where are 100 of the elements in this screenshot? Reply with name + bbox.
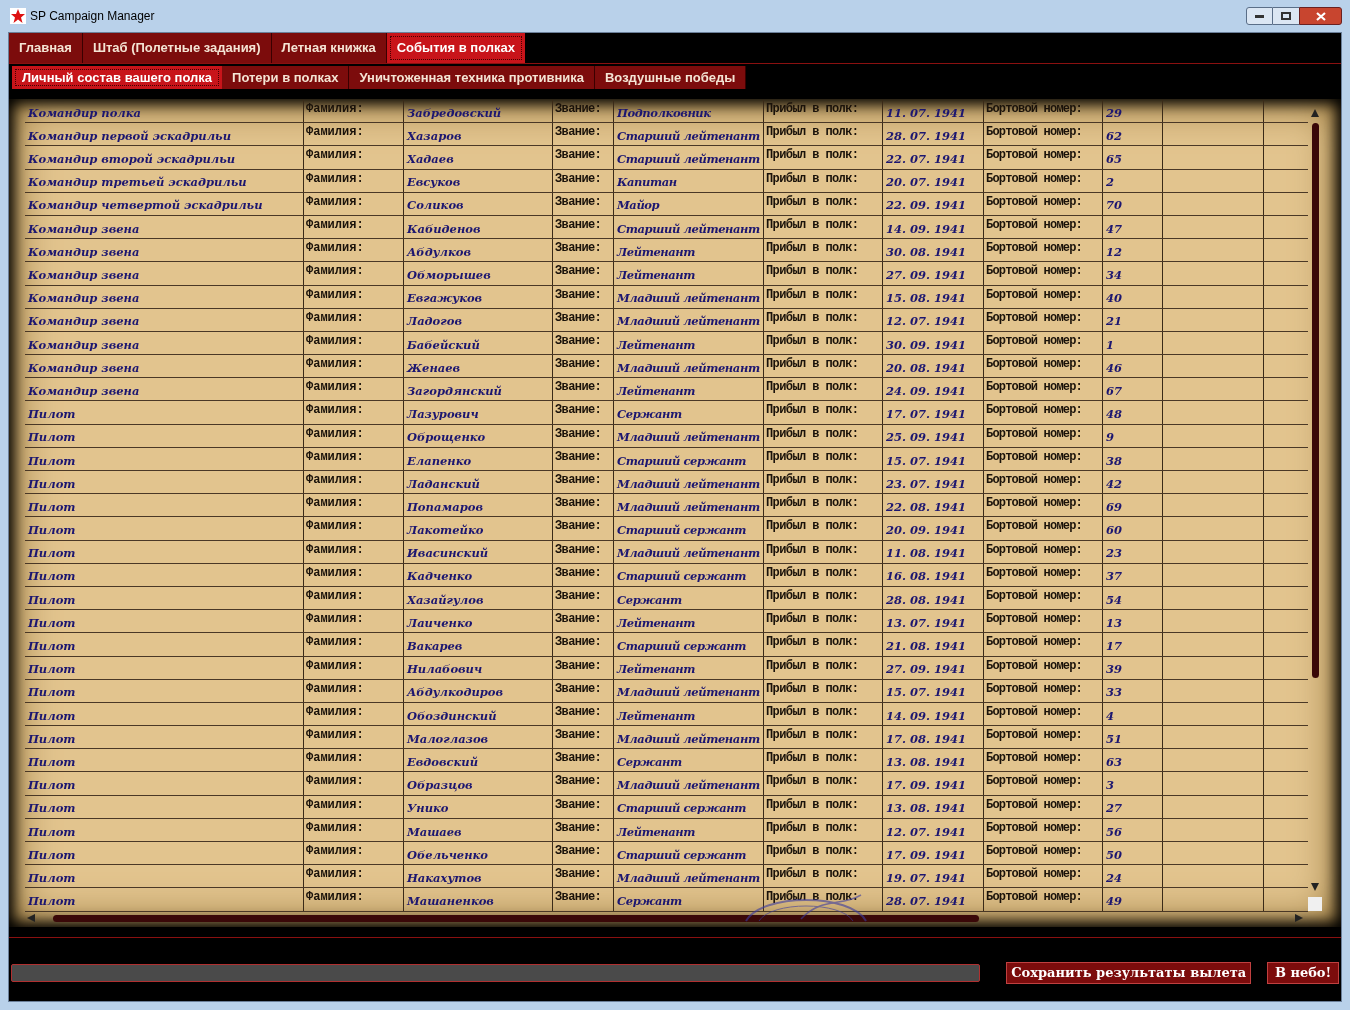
table-cell: Командир звена bbox=[28, 270, 140, 282]
field-label: Бортовой номер: bbox=[986, 195, 1083, 208]
table-cell: Старший лейтенант bbox=[617, 130, 760, 143]
table-cell: 65 bbox=[1106, 154, 1122, 166]
table-cell: 17. 08. 1941 bbox=[886, 733, 967, 746]
field-label: Бортовой номер: bbox=[986, 891, 1083, 904]
table-cell: Пилот bbox=[28, 525, 76, 537]
field-label: Прибыл в полк: bbox=[766, 845, 859, 857]
field-label: Фамилия: bbox=[306, 821, 364, 834]
field-label: Фамилия: bbox=[306, 497, 364, 510]
field-label: Фамилия: bbox=[306, 126, 364, 139]
field-label: Фамилия: bbox=[306, 613, 364, 626]
subtab[interactable]: Личный состав вашего полка bbox=[12, 66, 223, 89]
field-label: Звание: bbox=[555, 543, 602, 556]
table-cell: 13. 08. 1941 bbox=[886, 803, 967, 815]
field-label: Звание: bbox=[555, 868, 602, 881]
table-cell: Пилот bbox=[28, 594, 76, 607]
tab[interactable]: Летная книжка bbox=[271, 33, 387, 63]
field-label: Прибыл в полк: bbox=[766, 798, 859, 811]
table-cell: Забредовский bbox=[407, 107, 502, 120]
vertical-scrollbar[interactable] bbox=[1311, 123, 1319, 678]
star-icon bbox=[10, 8, 26, 24]
field-label: Звание: bbox=[555, 381, 602, 394]
subtab[interactable]: Потери в полках bbox=[222, 66, 350, 89]
field-label: Фамилия: bbox=[306, 636, 364, 649]
scroll-down-icon[interactable] bbox=[1311, 883, 1319, 891]
scroll-up-icon[interactable] bbox=[1311, 109, 1319, 117]
table-cell: Старший сержант bbox=[617, 803, 747, 815]
table-cell: 14. 09. 1941 bbox=[886, 710, 967, 723]
minimize-button[interactable] bbox=[1246, 7, 1273, 25]
table-cell: Лейтенант bbox=[617, 385, 696, 398]
table-cell: Малоглазов bbox=[407, 733, 489, 746]
field-label: Бортовой номер: bbox=[986, 288, 1083, 301]
field-label: Звание: bbox=[555, 334, 602, 347]
table-cell: 56 bbox=[1106, 826, 1122, 838]
field-label: Прибыл в полк: bbox=[766, 543, 859, 556]
table-cell: Обморышев bbox=[407, 270, 491, 282]
maximize-button[interactable] bbox=[1273, 7, 1299, 25]
field-label: Фамилия: bbox=[306, 775, 364, 788]
table-cell: Образцов bbox=[407, 780, 473, 792]
tab[interactable]: Главная bbox=[9, 33, 83, 63]
table-cell: Пилот bbox=[28, 872, 76, 885]
table-cell: Пилот bbox=[28, 455, 76, 467]
table-cell: Обельченко bbox=[407, 849, 489, 862]
table-cell: 33 bbox=[1106, 687, 1122, 699]
tab[interactable]: Штаб (Полетные задания) bbox=[82, 33, 272, 63]
table-cell: 50 bbox=[1106, 849, 1122, 862]
table-cell: 20. 09. 1941 bbox=[886, 525, 967, 537]
table-cell: Лейтенант bbox=[617, 826, 696, 838]
table-cell: 11. 07. 1941 bbox=[886, 107, 967, 120]
table-cell: Пилот bbox=[28, 780, 76, 792]
table-cell: Лейтенант bbox=[617, 710, 696, 723]
table-cell: 17 bbox=[1106, 641, 1122, 653]
table-cell: 37 bbox=[1106, 571, 1122, 583]
field-label: Прибыл в полк: bbox=[766, 149, 859, 162]
table-cell: 12. 07. 1941 bbox=[886, 316, 967, 328]
table-cell: 48 bbox=[1106, 409, 1122, 421]
scroll-right-icon[interactable] bbox=[1295, 914, 1303, 923]
table-cell: Командир полка bbox=[28, 107, 141, 120]
table-cell: 15. 07. 1941 bbox=[886, 687, 967, 699]
table-cell: Старший сержант bbox=[617, 455, 747, 467]
field-label: Фамилия: bbox=[306, 705, 364, 718]
table-cell: 30. 08. 1941 bbox=[886, 246, 967, 259]
field-label: Звание: bbox=[555, 195, 602, 208]
table-cell: 13. 07. 1941 bbox=[886, 617, 967, 630]
table-cell: Пилот bbox=[28, 687, 76, 699]
field-label: Фамилия: bbox=[306, 358, 364, 371]
field-label: Фамилия: bbox=[306, 172, 364, 185]
field-label: Фамилия: bbox=[306, 659, 364, 672]
subtab[interactable]: Воздушные победы bbox=[595, 66, 747, 89]
table-cell: Пилот bbox=[28, 548, 76, 560]
field-label: Звание: bbox=[555, 103, 602, 115]
close-button[interactable] bbox=[1299, 7, 1342, 25]
field-label: Прибыл в полк: bbox=[766, 636, 859, 649]
field-label: Бортовой номер: bbox=[986, 218, 1083, 231]
take-off-button[interactable]: В небо! bbox=[1267, 962, 1339, 984]
field-label: Бортовой номер: bbox=[986, 520, 1083, 533]
tab[interactable]: События в полках bbox=[386, 33, 525, 63]
table-cell: 29 bbox=[1106, 107, 1122, 120]
save-results-button[interactable]: Сохранить результаты вылета bbox=[1006, 962, 1252, 984]
table-cell: Командир звена bbox=[28, 246, 140, 259]
field-label: Бортовой номер: bbox=[986, 103, 1083, 115]
table-cell: Командир звена bbox=[28, 223, 140, 236]
minimize-icon bbox=[1255, 14, 1264, 18]
field-label: Фамилия: bbox=[306, 218, 364, 231]
scroll-corner bbox=[1308, 897, 1322, 911]
table-cell: Ладанский bbox=[407, 478, 480, 491]
field-label: Звание: bbox=[555, 288, 602, 301]
table-cell: Елапенко bbox=[407, 455, 472, 467]
scroll-left-icon[interactable] bbox=[27, 914, 35, 923]
table-cell: Пилот bbox=[28, 849, 76, 862]
field-label: Звание: bbox=[555, 242, 602, 255]
table-cell: Младший лейтенант bbox=[617, 362, 760, 375]
subtab[interactable]: Уничтоженная техника противника bbox=[349, 66, 595, 89]
table-cell: 17. 09. 1941 bbox=[886, 780, 967, 792]
field-label: Прибыл в полк: bbox=[766, 450, 859, 463]
table-cell: Пилот bbox=[28, 826, 76, 838]
table-cell: Командир второй эскадрильи bbox=[28, 154, 236, 166]
table-cell: Младший лейтенант bbox=[617, 478, 760, 491]
table-cell: Лазурович bbox=[407, 409, 479, 421]
